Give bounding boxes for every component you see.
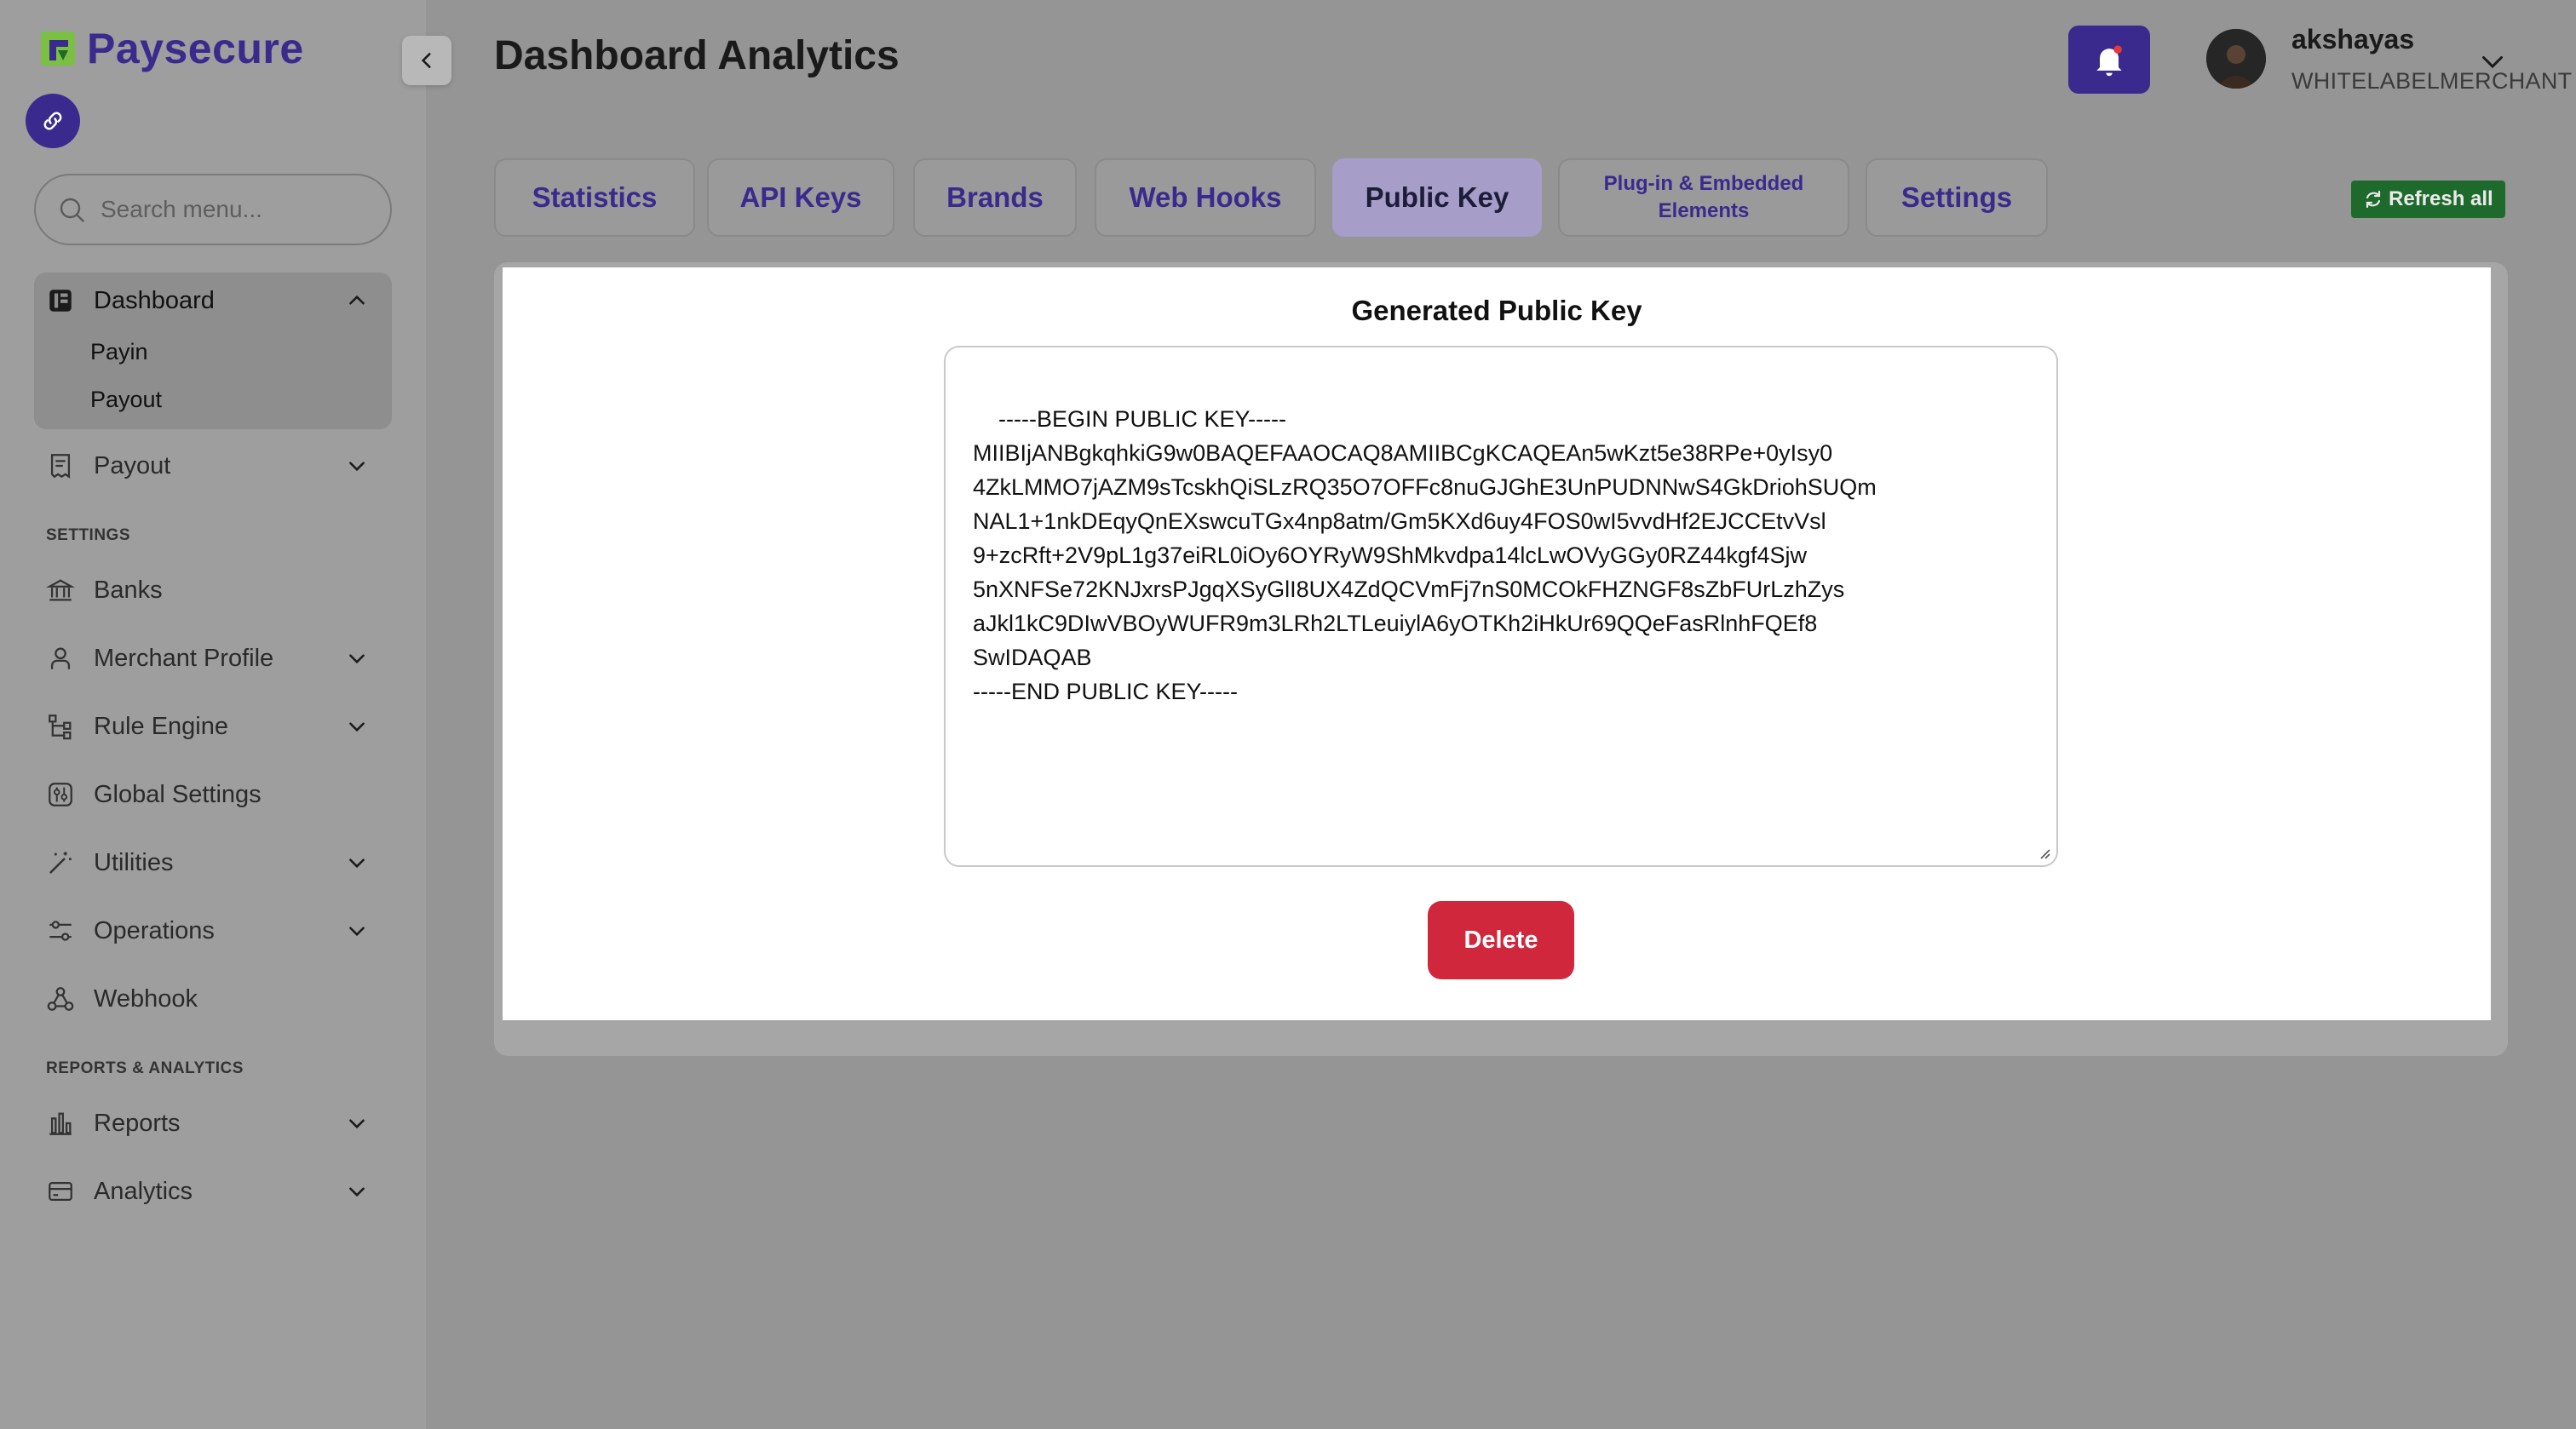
tab-plugin-embedded-elements[interactable]: Plug-in & Embedded Elements — [1558, 158, 1849, 237]
chevron-down-icon[interactable] — [344, 1110, 370, 1136]
delete-button[interactable]: Delete — [1428, 901, 1574, 979]
tab-web-hooks[interactable]: Web Hooks — [1095, 158, 1316, 237]
chevron-up-icon[interactable] — [344, 288, 370, 313]
sidebar-item-webhook[interactable]: Webhook — [46, 984, 370, 1013]
search-icon — [60, 198, 84, 222]
public-key-panel: Generated Public Key -----BEGIN PUBLIC K… — [503, 267, 2491, 1020]
tab-public-key[interactable]: Public Key — [1332, 158, 1542, 237]
paysecure-logo-icon — [37, 28, 78, 69]
settings-grid-icon — [49, 783, 72, 806]
brand-logo[interactable]: Paysecure — [37, 24, 304, 73]
chevron-down-icon[interactable] — [344, 714, 370, 739]
panel-title: Generated Public Key — [1351, 295, 1642, 326]
sidebar-item-label: Operations — [94, 916, 215, 944]
receipt-icon — [50, 454, 71, 479]
refresh-all-button[interactable]: Refresh all — [2351, 181, 2505, 218]
bar-chart-icon — [49, 1112, 72, 1135]
section-label-settings: SETTINGS — [46, 526, 131, 544]
tab-statistics[interactable]: Statistics — [494, 158, 695, 237]
hierarchy-icon — [49, 714, 72, 740]
webhook-icon — [47, 987, 74, 1011]
sidebar-item-payout[interactable]: Payout — [46, 451, 370, 480]
sidebar-item-merchant-profile[interactable]: Merchant Profile — [46, 644, 370, 673]
refresh-icon — [2366, 190, 2381, 209]
sidebar-item-label: Reports — [94, 1109, 181, 1137]
brand-name: Paysecure — [87, 25, 304, 72]
search-menu[interactable] — [34, 174, 392, 245]
search-input[interactable] — [101, 196, 373, 223]
sidebar-item-analytics[interactable]: Analytics — [46, 1177, 370, 1206]
public-key-text: -----BEGIN PUBLIC KEY----- MIIBIjANBgkqh… — [973, 406, 1877, 704]
refresh-all-label: Refresh all — [2389, 187, 2493, 210]
collapse-sidebar-button[interactable] — [402, 36, 451, 85]
chevron-down-icon[interactable] — [344, 850, 370, 875]
tab-settings[interactable]: Settings — [1866, 158, 2048, 237]
public-key-textarea[interactable]: -----BEGIN PUBLIC KEY----- MIIBIjANBgkqh… — [944, 346, 2058, 867]
sidebar-item-label: Analytics — [94, 1177, 193, 1205]
sidebar-item-label: Global Settings — [94, 780, 262, 808]
magic-wand-icon — [49, 852, 72, 874]
sidebar-item-label: Rule Engine — [94, 712, 228, 740]
page-title: Dashboard Analytics — [494, 33, 900, 78]
bell-icon — [2096, 45, 2122, 77]
sidebar-item-label: Payout — [94, 451, 171, 479]
link-button[interactable] — [26, 94, 80, 148]
section-label-reports-analytics: REPORTS & ANALYTICS — [46, 1059, 244, 1077]
sidebar-item-rule-engine[interactable]: Rule Engine — [46, 712, 370, 741]
chevron-down-icon[interactable] — [344, 918, 370, 944]
user-role: WHITELABELMERCHANT — [2291, 68, 2573, 94]
sidebar-subitem-payin[interactable]: Payin — [90, 339, 148, 365]
resize-handle-icon[interactable] — [2038, 846, 2051, 860]
sidebar-item-banks[interactable]: Banks — [46, 576, 370, 605]
dashboard-icon — [49, 290, 72, 312]
sliders-icon — [49, 921, 72, 941]
tab-brands[interactable]: Brands — [913, 158, 1077, 237]
sidebar-item-label: Merchant Profile — [94, 644, 274, 672]
chevron-down-icon[interactable] — [344, 646, 370, 671]
credit-card-icon — [49, 1181, 72, 1202]
sidebar-item-label: Banks — [94, 576, 163, 604]
chevron-left-icon — [421, 53, 431, 68]
user-name[interactable]: akshayas — [2291, 24, 2414, 55]
notifications-button[interactable] — [2068, 26, 2150, 94]
sidebar-item-label: Dashboard — [94, 286, 215, 314]
sidebar-item-dashboard[interactable]: Dashboard — [46, 286, 370, 315]
bank-icon — [46, 579, 75, 601]
chevron-down-icon[interactable] — [344, 453, 370, 479]
user-icon — [50, 647, 71, 669]
sidebar-item-global-settings[interactable]: Global Settings — [46, 780, 370, 809]
chevron-down-icon[interactable] — [344, 1179, 370, 1204]
sidebar-item-label: Webhook — [94, 984, 198, 1013]
sidebar-item-operations[interactable]: Operations — [46, 916, 370, 945]
avatar[interactable] — [2206, 29, 2266, 89]
link-icon — [43, 112, 62, 130]
sidebar-item-utilities[interactable]: Utilities — [46, 848, 370, 877]
chevron-down-icon[interactable] — [2477, 46, 2508, 81]
sidebar-subitem-payout[interactable]: Payout — [90, 387, 162, 413]
sidebar-item-reports[interactable]: Reports — [46, 1109, 370, 1138]
tab-api-keys[interactable]: API Keys — [707, 158, 894, 237]
sidebar: Paysecure Dashboard Payin Payout — [0, 0, 426, 1429]
sidebar-item-label: Utilities — [94, 848, 174, 876]
